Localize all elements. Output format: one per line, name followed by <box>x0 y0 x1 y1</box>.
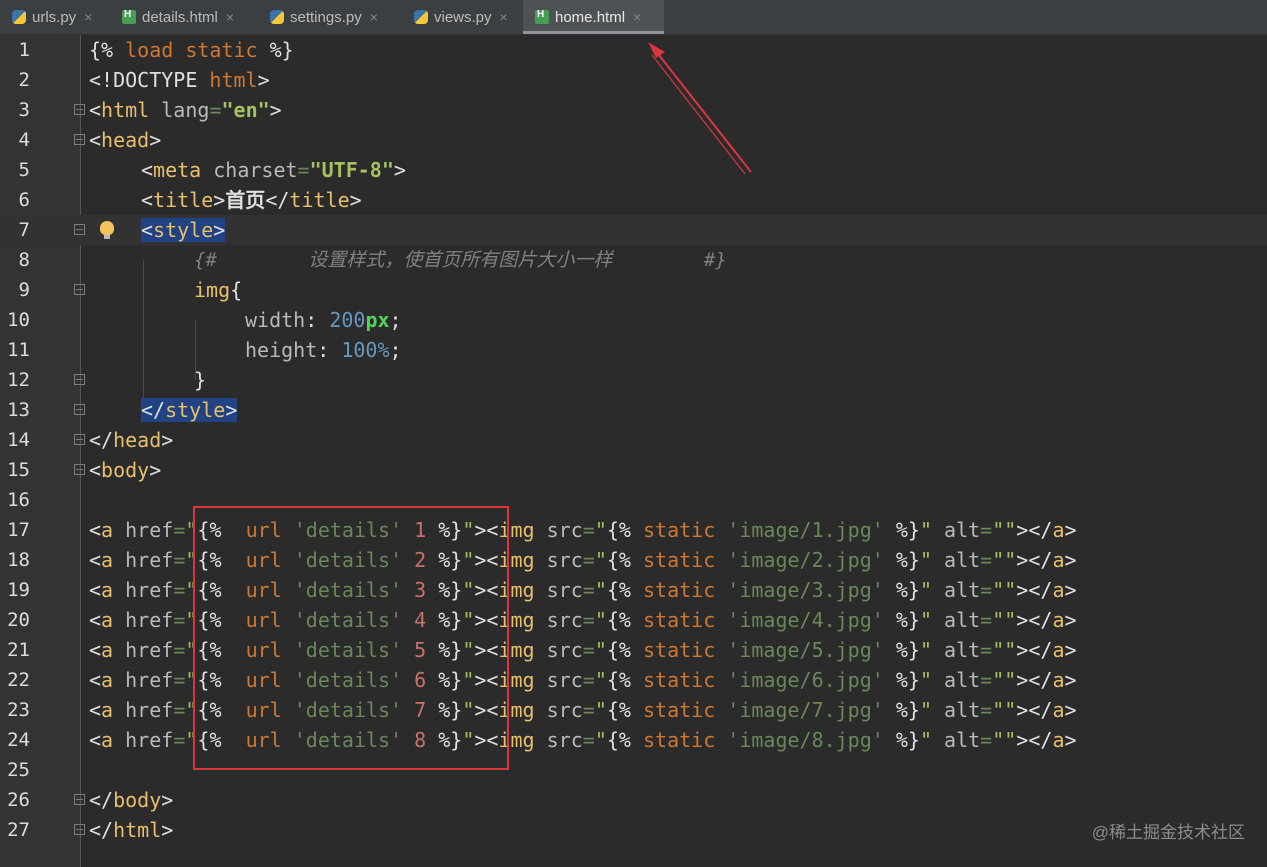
watermark: @稀土掘金技术社区 <box>1091 823 1245 842</box>
annotation-arrow-icon <box>648 42 752 175</box>
